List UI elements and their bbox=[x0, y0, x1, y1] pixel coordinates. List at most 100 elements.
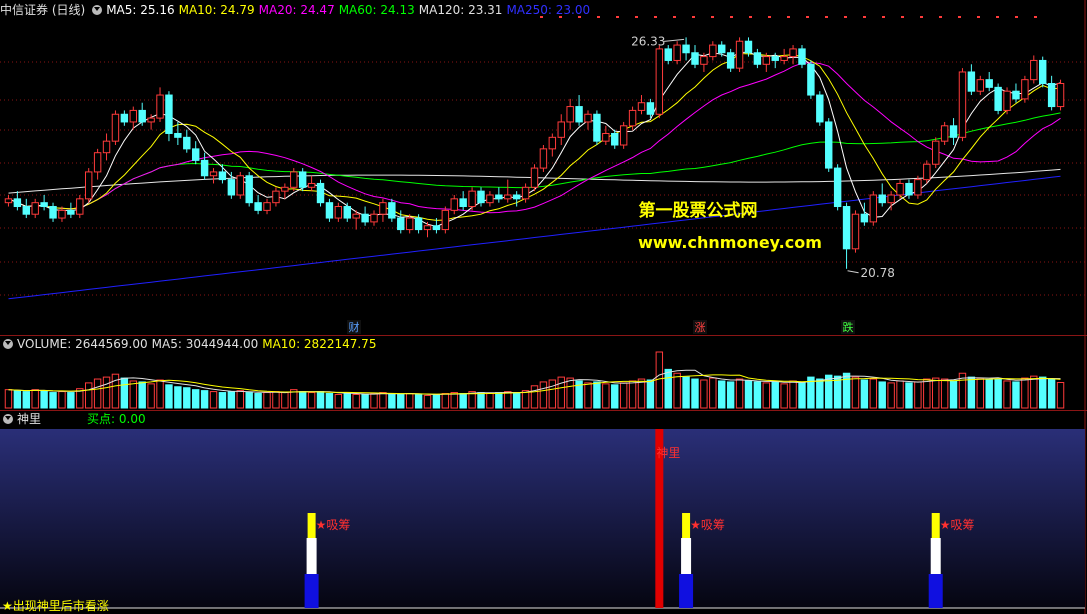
candle-body bbox=[486, 194, 494, 204]
volume-bar bbox=[236, 390, 244, 409]
candle-body bbox=[593, 113, 601, 142]
candle-body bbox=[664, 48, 672, 61]
absorb-blue-segment bbox=[304, 574, 319, 608]
volume-bar bbox=[744, 380, 753, 409]
candle-body bbox=[4, 198, 13, 204]
volume-bar bbox=[512, 392, 521, 409]
candle-body bbox=[450, 198, 458, 211]
watermark-title: 第一股票公式网 bbox=[639, 200, 758, 221]
volume-bar bbox=[486, 393, 494, 409]
candle-body bbox=[842, 206, 851, 250]
candle-body bbox=[325, 202, 334, 219]
watermark-url: www.chnmoney.com bbox=[638, 233, 822, 252]
volume-bar bbox=[860, 379, 869, 409]
candle-body bbox=[655, 48, 664, 115]
volume-bar bbox=[923, 378, 931, 409]
candle-body bbox=[994, 86, 1002, 111]
volume-bar bbox=[833, 375, 842, 409]
candle-body bbox=[93, 152, 102, 173]
low-price-label: 20.78 bbox=[861, 266, 895, 280]
volume-bar bbox=[441, 393, 450, 409]
candle-body bbox=[735, 40, 744, 69]
volume-bar bbox=[584, 382, 592, 409]
candle-body bbox=[191, 148, 200, 161]
volume-bar bbox=[165, 384, 173, 409]
candle-body bbox=[290, 171, 298, 188]
volume-bar bbox=[664, 368, 672, 409]
volume-bar bbox=[272, 391, 280, 409]
volume-bar bbox=[93, 378, 102, 409]
volume-bar bbox=[307, 392, 316, 409]
candle-body bbox=[780, 56, 788, 61]
candle-body bbox=[67, 209, 75, 215]
volume-bar bbox=[887, 382, 895, 409]
candle-body bbox=[174, 132, 182, 138]
candle-body bbox=[940, 125, 949, 142]
candle-body bbox=[1039, 59, 1047, 85]
candle-body bbox=[646, 102, 655, 115]
candle-body bbox=[441, 209, 450, 231]
volume-bar bbox=[637, 378, 646, 409]
volume-bar bbox=[709, 377, 717, 409]
candle-body bbox=[40, 202, 48, 208]
volume-bar bbox=[646, 379, 655, 409]
candle-body bbox=[209, 171, 218, 177]
chart-canvas[interactable]: 26.33 20.78 第一股票公式网 www.chnmoney.com 财 涨 跌神里 ★吸… bbox=[0, 0, 1087, 614]
candle-body bbox=[58, 209, 66, 219]
volume-bar bbox=[254, 393, 262, 409]
volume-bar bbox=[521, 390, 530, 409]
volume-bar bbox=[691, 378, 699, 409]
candle-body bbox=[611, 132, 619, 146]
volume-bar bbox=[994, 378, 1002, 409]
candle-body bbox=[281, 186, 289, 192]
absorb-white-segment bbox=[930, 538, 941, 574]
candle-body bbox=[762, 56, 771, 65]
candle-body bbox=[771, 56, 779, 61]
volume-bar bbox=[281, 392, 289, 409]
candle-body bbox=[49, 206, 57, 219]
volume-bar bbox=[976, 378, 985, 409]
candle-body bbox=[530, 167, 539, 188]
candle-body bbox=[923, 163, 931, 181]
absorb-yellow-segment bbox=[682, 513, 691, 538]
candle-body bbox=[1012, 90, 1020, 100]
absorb-label-1: ★吸筹 bbox=[690, 518, 725, 532]
volume-bar bbox=[111, 373, 120, 409]
candle-body bbox=[521, 186, 530, 200]
candle-body bbox=[31, 202, 39, 215]
volume-bar bbox=[1056, 382, 1065, 409]
volume-bar bbox=[1030, 375, 1038, 409]
volume-bar bbox=[771, 381, 779, 409]
candle-body bbox=[637, 102, 646, 111]
volume-bar bbox=[682, 376, 690, 409]
candle-body bbox=[1047, 83, 1056, 108]
candle-body bbox=[156, 94, 164, 119]
candle-body bbox=[111, 113, 120, 142]
volume-bar bbox=[1012, 381, 1020, 409]
candle-body bbox=[138, 109, 146, 123]
volume-bar bbox=[762, 382, 771, 409]
volume-bar bbox=[13, 390, 22, 409]
candle-body bbox=[673, 44, 681, 61]
candle-body bbox=[218, 171, 227, 181]
volume-bar bbox=[405, 393, 414, 409]
volume-bar bbox=[753, 381, 762, 409]
candle-body bbox=[932, 140, 940, 165]
candle-body bbox=[84, 171, 93, 200]
candle-body bbox=[120, 113, 129, 123]
volume-bar bbox=[218, 392, 227, 409]
candle-body bbox=[1030, 59, 1038, 81]
volume-bar bbox=[40, 390, 48, 409]
candle-body bbox=[361, 213, 369, 223]
candle-body bbox=[254, 202, 262, 211]
volume-bar bbox=[174, 386, 182, 409]
indicator-footer-note: ★出现神里后市看涨 bbox=[2, 599, 109, 613]
candle-body bbox=[307, 182, 316, 188]
volume-bar bbox=[566, 377, 574, 409]
volume-bar bbox=[816, 378, 824, 409]
candle-body bbox=[539, 148, 548, 169]
candle-body bbox=[129, 109, 137, 123]
volume-bar bbox=[432, 393, 441, 409]
volume-bar bbox=[245, 392, 253, 409]
volume-bar bbox=[200, 390, 209, 409]
